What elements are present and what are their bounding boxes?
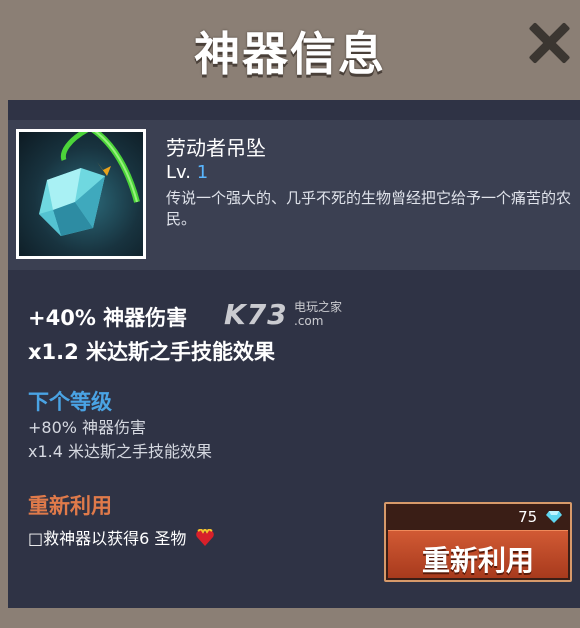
- current-effect-midas: x1.2 米达斯之手技能效果: [28, 340, 276, 364]
- recycle-description-text: □救神器以获得6 圣物: [28, 529, 187, 548]
- next-effect-midas: x1.4 米达斯之手技能效果: [28, 442, 213, 461]
- watermark-line1: 电玩之家: [294, 300, 343, 314]
- recycle-title: 重新利用: [28, 494, 112, 518]
- close-icon[interactable]: [526, 20, 571, 64]
- next-level-title: 下个等级: [28, 390, 112, 414]
- current-effect-damage: +40% 神器伤害: [28, 306, 188, 330]
- artifact-icon-frame: [16, 129, 146, 259]
- watermark-k73: K73: [224, 298, 288, 331]
- artifact-level: Lv. 1: [166, 162, 208, 183]
- level-number: 1: [196, 162, 209, 183]
- recycle-cost-value: 75: [518, 508, 538, 526]
- relic-icon: [196, 529, 215, 546]
- crystal-pendant-icon: [19, 132, 143, 256]
- recycle-button-label[interactable]: 重新利用: [388, 539, 568, 579]
- bottom-border: [0, 608, 580, 628]
- recycle-description: □救神器以获得6 圣物: [28, 525, 215, 549]
- watermark-site: 电玩之家 .com: [294, 300, 342, 328]
- level-prefix: Lv.: [166, 162, 192, 183]
- recycle-button-face[interactable]: 重新利用: [388, 530, 568, 578]
- watermark-logo: K73 电玩之家 .com: [224, 298, 342, 331]
- diamond-icon: [546, 511, 562, 523]
- artifact-description: 传说一个强大的、几乎不死的生物曾经把它给予一个痛苦的农民。: [166, 189, 572, 228]
- recycle-button[interactable]: 75 重新利用: [384, 502, 572, 582]
- recycle-cost: 75: [518, 508, 562, 526]
- dialog-title: 神器信息: [194, 27, 386, 81]
- artifact-name: 劳动者吊坠: [166, 136, 266, 160]
- watermark-line2: .com: [294, 314, 324, 328]
- next-effect-damage: +80% 神器伤害: [28, 418, 147, 437]
